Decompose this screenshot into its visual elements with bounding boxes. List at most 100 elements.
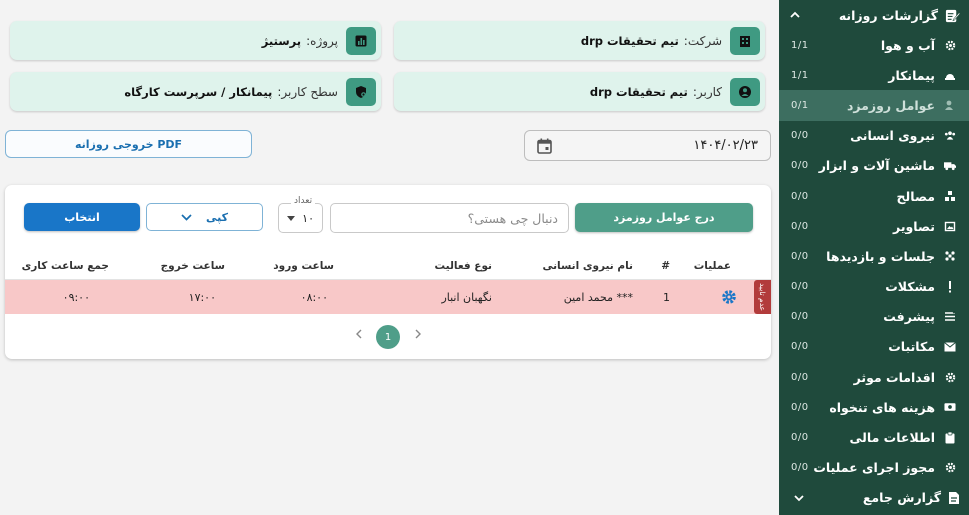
select-button[interactable]: انتخاب xyxy=(24,203,140,231)
item-count: 0/0 xyxy=(791,130,809,142)
sidebar-item-daily-workers[interactable]: 0/1 عوامل روزمزد xyxy=(779,90,969,121)
sidebar-item-label: نیروی انسانی xyxy=(850,128,935,144)
daily-workers-panel: درج عوامل روزمزد ۱۰ تعداد کپی انتخاب عمل… xyxy=(5,185,771,359)
sidebar-item-contractor[interactable]: 1/1 پیمانکار xyxy=(779,60,969,90)
sidebar-item-operation-permit[interactable]: 0/0 مجوز اجرای عملیات xyxy=(779,453,969,483)
column-header-entry-time[interactable]: ساعت ورود xyxy=(273,251,334,280)
column-header-name[interactable]: نام نیروی انسانی xyxy=(542,251,633,280)
rows-per-page-select[interactable]: ۱۰ xyxy=(278,203,323,233)
page-current[interactable]: 1 xyxy=(376,325,400,349)
select-button-label: انتخاب xyxy=(64,210,100,224)
company-value: تیم تحقیقات drp xyxy=(580,33,679,48)
item-count: 0/0 xyxy=(791,311,809,323)
sidebar-item-problems[interactable]: 0/0 مشکلات xyxy=(779,272,969,302)
money-icon xyxy=(944,401,956,413)
item-count: 0/0 xyxy=(791,281,809,293)
checklist-icon xyxy=(944,311,956,323)
date-picker[interactable]: ۱۴۰۴/۰۲/۲۳ xyxy=(524,130,771,161)
table-row: عدم تایید 1 محمد امین *** نگهبان انبار ۰… xyxy=(5,280,771,314)
report-edit-icon xyxy=(945,8,960,23)
user-level-card: سطح کاربر: پیمانکار / سرپرست کارگاه xyxy=(10,72,381,111)
column-header-activity[interactable]: نوع فعالیت xyxy=(435,251,492,280)
sidebar-item-materials[interactable]: 0/0 مصالح xyxy=(779,181,969,211)
sidebar-item-financial-info[interactable]: 0/0 اطلاعات مالی xyxy=(779,422,969,452)
item-count: 0/0 xyxy=(791,250,809,262)
sidebar-item-label: پیمانکار xyxy=(888,67,935,83)
chevron-down-icon[interactable] xyxy=(793,492,805,504)
image-icon xyxy=(944,220,956,232)
copy-dropdown-button[interactable]: کپی xyxy=(146,203,263,231)
helmet-icon xyxy=(944,69,956,81)
item-count: 1/1 xyxy=(791,39,809,51)
sidebar-item-petty-cash[interactable]: 0/0 هزینه های تنخواه xyxy=(779,392,969,422)
sidebar-item-correspondence[interactable]: 0/0 مکاتبات xyxy=(779,332,969,362)
chevron-up-icon[interactable] xyxy=(789,9,801,21)
sidebar-item-meetings[interactable]: 0/0 جلسات و بازدیدها xyxy=(779,241,969,271)
building-icon xyxy=(730,26,760,55)
item-count: 0/0 xyxy=(791,190,809,202)
sidebar-item-manpower[interactable]: 0/0 نیروی انسانی xyxy=(779,121,969,151)
sidebar-item-label: عوامل روزمزد xyxy=(846,97,935,113)
user-level-value: پیمانکار / سرپرست کارگاه xyxy=(124,84,273,99)
sidebar-item-weather[interactable]: 1/1 آب و هوا xyxy=(779,30,969,60)
exclamation-icon xyxy=(944,280,956,293)
cell-activity: نگهبان انبار xyxy=(441,290,492,304)
dropdown-arrow-icon[interactable] xyxy=(287,215,295,221)
copy-button-label: کپی xyxy=(205,210,229,224)
sidebar-item-label: مشکلات xyxy=(885,279,935,295)
sidebar-item-label: ماشین آلات و ابزار xyxy=(818,158,935,174)
search-input[interactable] xyxy=(330,203,569,233)
insert-button-label: درج عوامل روزمزد xyxy=(613,211,715,224)
chevron-left-icon[interactable] xyxy=(355,328,363,340)
column-header-total-hours[interactable]: جمع ساعت کاری xyxy=(22,251,109,280)
sidebar-item-label: هزینه های تنخواه xyxy=(829,399,935,415)
sidebar-group-daily-reports[interactable]: گزارشات روزانه xyxy=(779,0,969,30)
sidebar-item-images[interactable]: 0/0 تصاویر xyxy=(779,211,969,241)
item-count: 0/0 xyxy=(791,220,809,232)
sidebar-item-label: مکاتبات xyxy=(888,339,935,355)
chevron-down-icon xyxy=(181,213,192,221)
account-circle-icon xyxy=(730,77,760,106)
project-card: پروژه: پرستیژ xyxy=(10,21,381,60)
insert-daily-worker-button[interactable]: درج عوامل روزمزد xyxy=(575,203,753,232)
sidebar-item-label: آب و هوا xyxy=(880,37,935,53)
item-count: 0/0 xyxy=(791,432,809,444)
sidebar-group-title: گزارشات روزانه xyxy=(838,7,938,23)
column-header-exit-time[interactable]: ساعت خروج xyxy=(161,251,225,280)
sidebar-item-machinery[interactable]: 0/0 ماشین آلات و ابزار xyxy=(779,151,969,181)
sidebar-item-label: تصاویر xyxy=(893,218,935,234)
column-header-operations: عملیات xyxy=(693,259,731,272)
meeting-icon xyxy=(944,250,956,262)
project-value: پرستیژ xyxy=(261,33,302,48)
item-count: 0/0 xyxy=(791,371,809,383)
settings-icon xyxy=(944,371,956,383)
item-count: 0/0 xyxy=(791,341,809,353)
materials-icon xyxy=(944,190,956,202)
sidebar-item-progress[interactable]: 0/0 پیشرفت xyxy=(779,302,969,332)
cell-total-hours: ۰۹:۰۰ xyxy=(62,290,90,304)
document-icon xyxy=(948,491,960,505)
sidebar-item-effective-actions[interactable]: 0/0 اقدامات موثر xyxy=(779,362,969,392)
chevron-right-icon[interactable] xyxy=(414,328,422,340)
row-settings-icon[interactable] xyxy=(721,280,737,314)
sidebar-item-label: اطلاعات مالی xyxy=(849,430,935,446)
item-count: 0/1 xyxy=(791,99,809,111)
clipboard-icon xyxy=(944,431,956,444)
envelope-icon xyxy=(944,341,956,353)
pdf-button-label: خروجی روزانه PDF xyxy=(74,137,183,151)
date-value: ۱۴۰۴/۰۲/۲۳ xyxy=(693,138,758,153)
gear-icon xyxy=(944,462,956,474)
sidebar: گزارشات روزانه 1/1 آب و هوا 1/1 پیمانکار… xyxy=(779,0,969,515)
daily-pdf-button[interactable]: خروجی روزانه PDF xyxy=(5,130,252,158)
gear-icon xyxy=(944,39,956,51)
pagination: 1 xyxy=(350,325,430,349)
item-count: 1/1 xyxy=(791,69,809,81)
sidebar-item-label: اقدامات موثر xyxy=(853,369,935,385)
calendar-icon[interactable] xyxy=(537,138,552,154)
cell-exit-time: ۱۷:۰۰ xyxy=(188,290,216,304)
table-header: عملیات # نام نیروی انسانی نوع فعالیت ساع… xyxy=(5,251,771,280)
sidebar-item-label: پیشرفت xyxy=(883,309,935,325)
sidebar-group-comprehensive-report[interactable]: گزارش جامع xyxy=(779,483,969,513)
item-count: 0/0 xyxy=(791,160,809,172)
chart-icon xyxy=(346,26,376,55)
